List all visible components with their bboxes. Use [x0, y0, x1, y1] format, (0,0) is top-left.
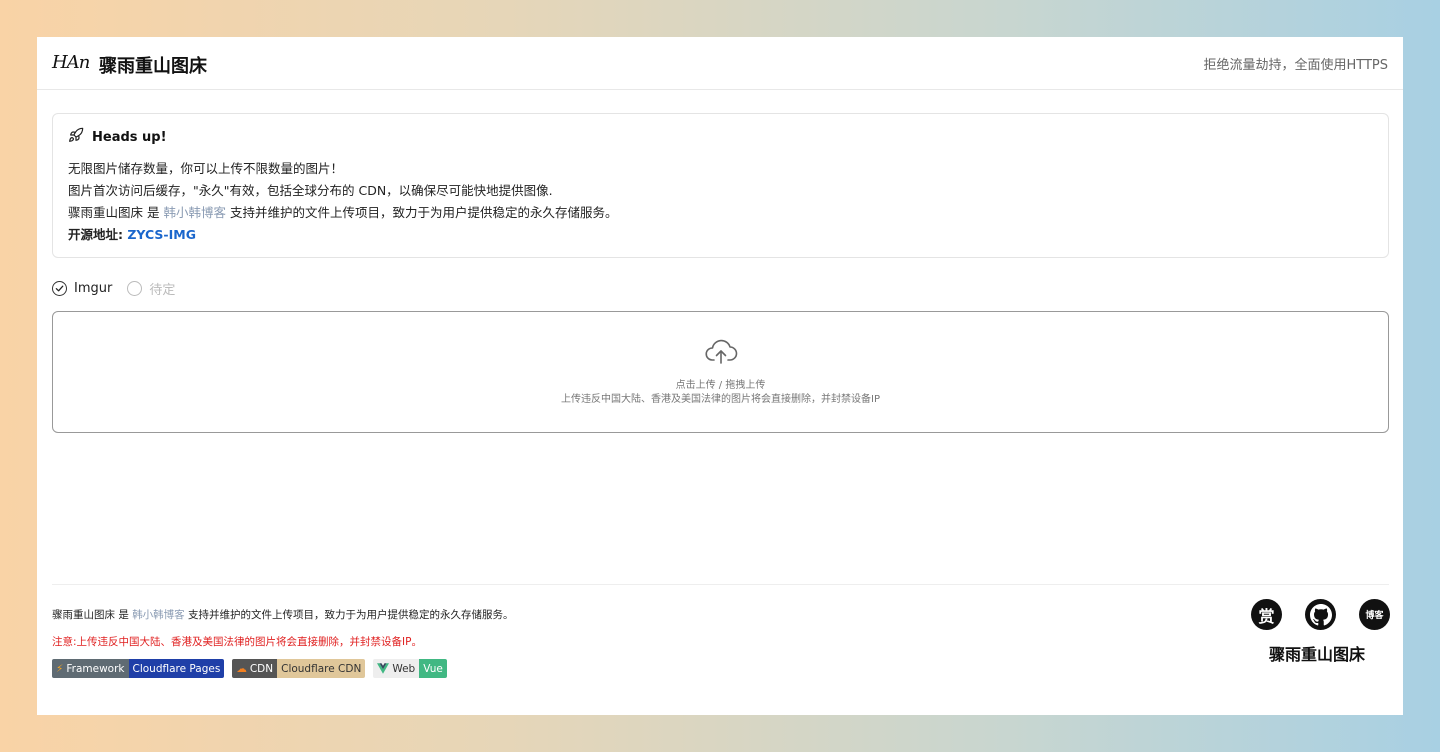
- badge-cdn[interactable]: ☁ CDN Cloudflare CDN: [232, 659, 366, 678]
- vue-icon: [377, 663, 392, 674]
- radio-pending[interactable]: 待定: [127, 279, 175, 298]
- github-icon[interactable]: [1305, 599, 1336, 630]
- badge-web-label: Web: [392, 662, 416, 675]
- badge-framework-left: ⚡ Framework: [52, 659, 129, 678]
- notice-line-3: 骤雨重山图床 是 韩小韩博客 支持并维护的文件上传项目，致力于为用户提供稳定的永…: [68, 202, 617, 221]
- source-link[interactable]: ZYCS-IMG: [127, 227, 196, 242]
- blog-icon[interactable]: 博客: [1359, 599, 1390, 630]
- radio-pending-label: 待定: [149, 283, 176, 298]
- source-label: 开源地址:: [68, 227, 128, 242]
- radio-unchecked-icon[interactable]: [127, 281, 143, 296]
- badge-cdn-label: CDN: [249, 662, 274, 675]
- footer-divider: [52, 584, 1389, 585]
- header: HAn 骤雨重山图床 拒绝流量劫持，全面使用HTTPS: [37, 37, 1403, 90]
- notice-title: Heads up!: [92, 129, 167, 145]
- blog-link[interactable]: 韩小韩博客: [163, 205, 226, 220]
- dropzone-hint: 点击上传 / 拖拽上传: [675, 380, 766, 391]
- lightning-icon: ⚡: [56, 662, 64, 675]
- footer-brand: 骤雨重山图床: [1269, 645, 1366, 664]
- upload-dropzone[interactable]: 点击上传 / 拖拽上传 上传违反中国大陆、香港及美国法律的图片将会直接删除，并封…: [52, 311, 1389, 433]
- radio-imgur[interactable]: Imgur: [52, 281, 112, 296]
- footer-text-suffix: 支持并维护的文件上传项目，致力于为用户提供稳定的永久存储服务。: [184, 609, 514, 621]
- radio-imgur-label: Imgur: [74, 281, 113, 296]
- badge-framework-value: Cloudflare Pages: [128, 659, 225, 678]
- dropzone-warning: 上传违反中国大陆、香港及美国法律的图片将会直接删除，并封禁设备IP: [561, 394, 880, 405]
- logo[interactable]: HAn: [52, 52, 90, 73]
- footer-text-prefix: 骤雨重山图床 是: [52, 609, 133, 621]
- notice-line-3-suffix: 支持并维护的文件上传项目，致力于为用户提供稳定的永久存储服务。: [225, 205, 618, 220]
- cloud-upload-icon: [704, 338, 738, 370]
- notice-line-3-prefix: 骤雨重山图床 是: [68, 205, 164, 220]
- social-links: 赏 博客: [1251, 599, 1390, 630]
- rocket-icon: [68, 127, 84, 147]
- badge-row: ⚡ Framework Cloudflare Pages ☁ CDN Cloud…: [52, 659, 447, 678]
- badge-framework-label: Framework: [66, 662, 125, 675]
- footer-blog-link[interactable]: 韩小韩博客: [132, 609, 185, 621]
- notice-line-2: 图片首次访问后缓存，"永久"有效，包括全球分布的 CDN，以确保尽可能快地提供图…: [68, 183, 553, 198]
- badge-cdn-value: Cloudflare CDN: [277, 659, 366, 678]
- host-selector: Imgur 待定: [52, 279, 190, 298]
- header-slogan: 拒绝流量劫持，全面使用HTTPS: [1203, 58, 1388, 73]
- badge-framework[interactable]: ⚡ Framework Cloudflare Pages: [52, 659, 225, 678]
- reward-icon[interactable]: 赏: [1251, 599, 1282, 630]
- notice-line-4: 开源地址: ZYCS-IMG: [68, 224, 196, 243]
- notice-header: Heads up!: [68, 127, 167, 147]
- notice-box: Heads up! 无限图片储存数量，你可以上传不限数量的图片！ 图片首次访问后…: [52, 113, 1389, 258]
- badge-cdn-left: ☁ CDN: [232, 659, 278, 678]
- badge-web[interactable]: Web Vue: [373, 659, 447, 678]
- radio-checked-icon[interactable]: [52, 281, 67, 296]
- site-title[interactable]: 骤雨重山图床: [99, 52, 207, 78]
- footer-warning: 注意:上传违反中国大陆、香港及美国法律的图片将会直接删除，并封禁设备IP。: [52, 636, 422, 648]
- notice-line-1: 无限图片储存数量，你可以上传不限数量的图片！: [68, 161, 344, 176]
- badge-web-left: Web: [373, 659, 420, 678]
- badge-web-value: Vue: [419, 659, 447, 678]
- footer-description: 骤雨重山图床 是 韩小韩博客 支持并维护的文件上传项目，致力于为用户提供稳定的永…: [52, 607, 514, 622]
- cloudflare-icon: ☁: [236, 662, 247, 675]
- main-card: HAn 骤雨重山图床 拒绝流量劫持，全面使用HTTPS Heads up! 无限…: [37, 37, 1403, 715]
